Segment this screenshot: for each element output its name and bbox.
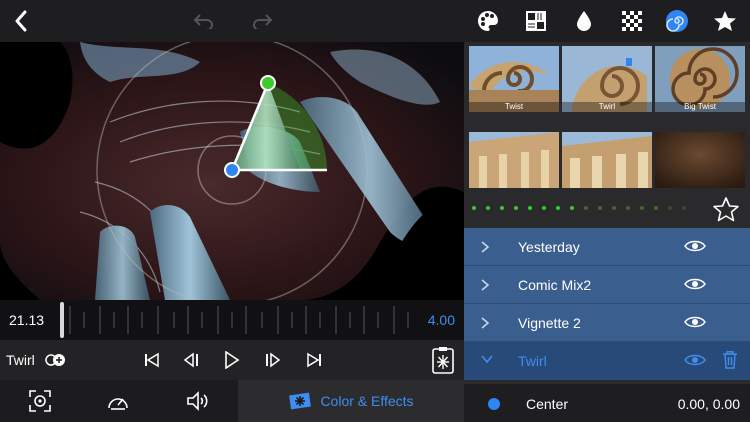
play-icon[interactable]: [220, 340, 244, 380]
undo-icon[interactable]: [190, 0, 216, 42]
preset-grid: Twist Twirl Big Twist: [464, 42, 750, 190]
step-forward-icon[interactable]: [260, 340, 284, 380]
favorites-star-icon[interactable]: [712, 0, 738, 42]
layer-row[interactable]: Yesterday: [464, 228, 750, 266]
add-favorite-star-icon[interactable]: [712, 196, 740, 227]
layer-row[interactable]: Vignette 2: [464, 304, 750, 342]
chevron-right-icon[interactable]: [480, 316, 490, 330]
back-chevron-icon[interactable]: [8, 0, 34, 42]
page-dot[interactable]: [514, 206, 518, 210]
page-dot[interactable]: [486, 206, 490, 210]
eye-icon[interactable]: [684, 239, 706, 253]
layer-row-selected[interactable]: Twirl: [464, 342, 750, 380]
skip-forward-icon[interactable]: [302, 340, 326, 380]
effect-name-label: Twirl: [6, 352, 35, 368]
preset-thumb[interactable]: Twist: [469, 46, 559, 112]
chevron-right-icon[interactable]: [480, 278, 490, 292]
page-dot[interactable]: [598, 206, 602, 210]
center-handle[interactable]: [224, 162, 240, 178]
page-dot[interactable]: [556, 206, 560, 210]
angle-handle[interactable]: [260, 75, 276, 91]
speedometer-icon[interactable]: [104, 380, 132, 422]
step-back-icon[interactable]: [180, 340, 204, 380]
chevron-down-icon[interactable]: [480, 354, 494, 364]
layer-name: Comic Mix2: [518, 277, 592, 293]
preset-thumb[interactable]: Twirl: [562, 46, 652, 112]
timeline[interactable]: 21.13 4.00: [0, 300, 464, 340]
duration: 4.00: [427, 312, 455, 328]
clipboard-snowflake-icon[interactable]: [430, 340, 456, 380]
page-dot[interactable]: [612, 206, 616, 210]
param-row-center[interactable]: Center 0.00, 0.00: [464, 384, 750, 422]
add-keyframe-icon[interactable]: [44, 340, 68, 380]
layer-row[interactable]: Comic Mix2: [464, 266, 750, 304]
playhead[interactable]: [60, 302, 64, 338]
page-dot[interactable]: [528, 206, 532, 210]
page-dot[interactable]: [626, 206, 630, 210]
page-dot[interactable]: [570, 206, 574, 210]
palette-icon[interactable]: [476, 0, 500, 42]
bottom-tabbar: Color & Effects: [0, 380, 464, 422]
layer-list: Yesterday Comic Mix2 Vignette 2 Twirl: [464, 228, 750, 380]
layer-name: Yesterday: [518, 239, 580, 255]
layer-name: Vignette 2: [518, 315, 581, 331]
skip-back-icon[interactable]: [140, 340, 164, 380]
transport-bar: Twirl: [0, 340, 464, 380]
video-preview[interactable]: [0, 42, 464, 300]
page-dot[interactable]: [668, 206, 672, 210]
tab-color-effects[interactable]: Color & Effects: [238, 380, 464, 422]
center-color-dot: [488, 398, 500, 410]
page-dot[interactable]: [584, 206, 588, 210]
preset-thumb[interactable]: [469, 132, 559, 198]
preset-page-dots: [472, 204, 696, 212]
layer-name: Twirl: [518, 353, 547, 369]
page-dot[interactable]: [654, 206, 658, 210]
preset-label: Twist: [469, 102, 559, 112]
redo-icon[interactable]: [250, 0, 276, 42]
page-dot[interactable]: [472, 206, 476, 210]
page-dot[interactable]: [682, 206, 686, 210]
pixelate-icon[interactable]: [620, 0, 644, 42]
current-time: 21.13: [9, 312, 45, 328]
page-dot[interactable]: [640, 206, 644, 210]
page-dot[interactable]: [500, 206, 504, 210]
page-dot[interactable]: [542, 206, 546, 210]
trash-icon[interactable]: [722, 351, 738, 369]
preset-thumb[interactable]: Big Twist: [655, 46, 745, 112]
texture-icon[interactable]: [524, 0, 548, 42]
frame-icon[interactable]: [26, 380, 54, 422]
speaker-icon[interactable]: [184, 380, 212, 422]
swirl-icon[interactable]: [664, 0, 690, 42]
eye-icon[interactable]: [684, 277, 706, 291]
tab-color-effects-label: Color & Effects: [320, 393, 414, 409]
effects-icon: [289, 392, 312, 410]
preset-thumb[interactable]: [562, 132, 652, 198]
chevron-right-icon[interactable]: [480, 240, 490, 254]
eye-icon[interactable]: [684, 353, 706, 367]
timeline-ticks: [69, 306, 409, 334]
drop-icon[interactable]: [574, 0, 594, 42]
effects-panel: Twist Twirl Big Twist Yesterday Comic Mi…: [464, 42, 750, 422]
preset-thumb[interactable]: [655, 132, 745, 198]
param-name: Center: [526, 396, 569, 412]
eye-icon[interactable]: [684, 315, 706, 329]
preset-label: Big Twist: [655, 102, 745, 112]
param-value[interactable]: 0.00, 0.00: [678, 396, 740, 412]
top-toolbar: [0, 0, 750, 42]
preset-label: Twirl: [562, 102, 652, 112]
